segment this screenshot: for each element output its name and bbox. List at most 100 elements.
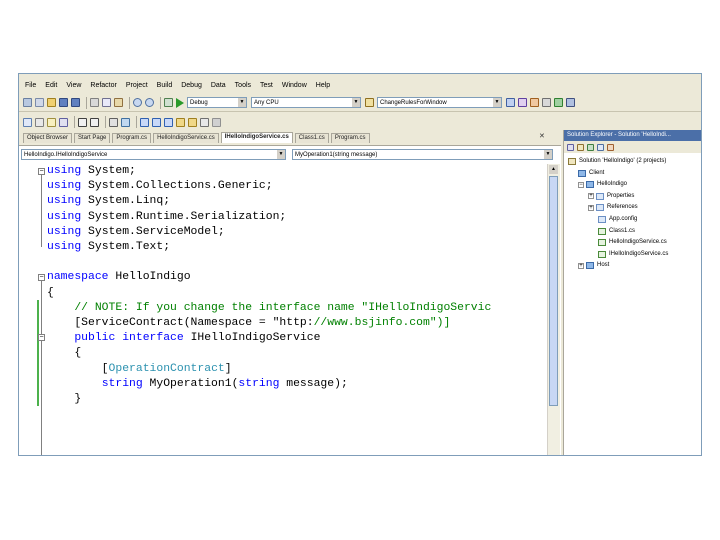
vertical-scrollbar[interactable]: ▲: [547, 164, 560, 455]
code-line[interactable]: // NOTE: If you change the interface nam…: [47, 301, 491, 316]
command-window-icon[interactable]: [566, 98, 575, 107]
clear-bookmarks-icon[interactable]: [200, 117, 209, 127]
collapse-icon[interactable]: −: [578, 181, 584, 188]
open-folder-icon[interactable]: [47, 98, 56, 107]
menu-item-edit[interactable]: Edit: [45, 82, 57, 89]
tab-class1-cs[interactable]: Class1.cs: [294, 133, 329, 143]
types-dropdown[interactable]: HelloIndigo.IHelloIndigoService ▼: [21, 149, 286, 160]
uncomment-icon[interactable]: [121, 117, 130, 127]
view-designer-icon[interactable]: [607, 143, 614, 151]
view-code-icon[interactable]: [597, 143, 604, 151]
outline-collapse-icon[interactable]: −: [38, 274, 45, 281]
display-object-member-list-icon[interactable]: [23, 117, 32, 127]
solution-tree-item[interactable]: Client: [578, 168, 604, 179]
solution-explorer-icon[interactable]: [506, 98, 515, 107]
close-tab-icon[interactable]: ✕: [539, 132, 545, 140]
outline-collapse-icon[interactable]: −: [38, 168, 45, 175]
start-page-icon[interactable]: [554, 98, 563, 107]
menu-item-project[interactable]: Project: [126, 82, 148, 89]
next-bookmark-folder-icon[interactable]: [188, 117, 197, 127]
find-icon[interactable]: [365, 98, 374, 107]
scroll-up-icon[interactable]: ▲: [549, 165, 558, 174]
code-line[interactable]: [ServiceContract(Namespace = "http://www…: [47, 316, 450, 331]
solution-tree-item[interactable]: + Host: [578, 260, 609, 271]
scroll-thumb[interactable]: [549, 176, 558, 406]
tab-program-cs-2[interactable]: Program.cs: [330, 133, 370, 143]
previous-bookmark-icon[interactable]: [152, 117, 161, 127]
solution-tree-item[interactable]: + Properties: [588, 191, 634, 202]
menu-item-build[interactable]: Build: [157, 82, 173, 89]
solution-platform-select[interactable]: Any CPU ▼: [251, 97, 361, 108]
menu-item-tools[interactable]: Tools: [235, 82, 251, 89]
solution-tree-item[interactable]: HelloIndigoService.cs: [598, 237, 667, 248]
menu-item-file[interactable]: File: [25, 82, 36, 89]
solution-tree-item[interactable]: Class1.cs: [598, 226, 635, 237]
code-line[interactable]: {: [47, 286, 54, 301]
menu-item-view[interactable]: View: [66, 82, 81, 89]
previous-bookmark-folder-icon[interactable]: [176, 117, 185, 127]
toggle-bookmark-icon[interactable]: [140, 117, 149, 127]
cut-icon[interactable]: [90, 98, 99, 107]
object-browser-icon[interactable]: [530, 98, 539, 107]
comment-out-icon[interactable]: [109, 117, 118, 127]
tab-program-cs[interactable]: Program.cs: [112, 133, 152, 143]
code-line[interactable]: string MyOperation1(string message);: [47, 377, 348, 392]
start-debugging-icon[interactable]: [176, 97, 184, 108]
solution-tree-item[interactable]: Solution 'HelloIndigo' (2 projects): [568, 156, 666, 167]
redo-icon[interactable]: [145, 98, 154, 107]
tab-ihello-indigo-service-cs[interactable]: IHelloIndigoService.cs: [220, 132, 293, 143]
code-line[interactable]: public interface IHelloIndigoService: [47, 331, 320, 346]
undo-icon[interactable]: [133, 98, 142, 107]
properties-window-icon[interactable]: [518, 98, 527, 107]
add-item-icon[interactable]: [35, 98, 44, 107]
new-project-icon[interactable]: [23, 98, 32, 107]
code-line[interactable]: namespace HelloIndigo: [47, 270, 191, 285]
refresh-icon[interactable]: [587, 143, 594, 151]
solution-tree-item[interactable]: IHelloIndigoService.cs: [598, 249, 668, 260]
paste-icon[interactable]: [114, 98, 123, 107]
properties-icon[interactable]: [567, 143, 574, 151]
parameter-info-icon[interactable]: [35, 117, 44, 127]
menu-item-window[interactable]: Window: [282, 82, 307, 89]
menu-item-debug[interactable]: Debug: [181, 82, 202, 89]
complete-word-icon[interactable]: [59, 117, 68, 127]
tab-object-browser[interactable]: Object Browser: [23, 133, 73, 143]
solution-tree-item[interactable]: App.config: [598, 214, 637, 225]
code-line[interactable]: using System.ServiceModel;: [47, 225, 225, 240]
code-editor[interactable]: HelloIndigo.IHelloIndigoService ▼ MyOper…: [19, 145, 561, 455]
next-bookmark-icon[interactable]: [164, 117, 173, 127]
toolbar-options-icon[interactable]: [212, 117, 221, 127]
code-line[interactable]: }: [47, 392, 81, 407]
navigate-icon[interactable]: [164, 98, 173, 107]
expand-icon[interactable]: +: [578, 262, 584, 269]
solution-tree-item[interactable]: − HelloIndigo: [578, 179, 627, 190]
expand-icon[interactable]: +: [588, 204, 594, 211]
solution-tree-item[interactable]: + References: [588, 202, 638, 213]
decrease-indent-icon[interactable]: [78, 117, 87, 127]
code-line[interactable]: using System.Runtime.Serialization;: [47, 210, 286, 225]
code-line[interactable]: [OperationContract]: [47, 362, 232, 377]
solution-configuration-select[interactable]: Debug ▼: [187, 97, 247, 108]
find-combo[interactable]: ChangeRulesForWindow ▼: [377, 97, 502, 108]
members-dropdown[interactable]: MyOperation1(string message) ▼: [292, 149, 553, 160]
copy-icon[interactable]: [102, 98, 111, 107]
tab-start-page[interactable]: Start Page: [74, 133, 111, 143]
save-icon[interactable]: [59, 98, 68, 107]
show-all-files-icon[interactable]: [577, 143, 584, 151]
menu-item-test[interactable]: Test: [260, 82, 273, 89]
code-area[interactable]: − − − using System; using System.Collecti…: [19, 164, 547, 455]
code-line[interactable]: using System.Text;: [47, 240, 170, 255]
code-line[interactable]: using System;: [47, 164, 136, 179]
menu-item-data[interactable]: Data: [211, 82, 226, 89]
tab-hello-indigo-service-cs[interactable]: HelloIndigoService.cs: [153, 133, 219, 143]
code-line[interactable]: using System.Collections.Generic;: [47, 179, 273, 194]
code-line[interactable]: {: [47, 346, 81, 361]
increase-indent-icon[interactable]: [90, 117, 99, 127]
quick-info-icon[interactable]: [47, 117, 56, 127]
expand-icon[interactable]: +: [588, 193, 594, 200]
outline-collapse-icon[interactable]: −: [38, 334, 45, 341]
menu-item-refactor[interactable]: Refactor: [90, 82, 116, 89]
toolbox-icon[interactable]: [542, 98, 551, 107]
save-all-icon[interactable]: [71, 98, 80, 107]
menu-item-help[interactable]: Help: [316, 82, 330, 89]
